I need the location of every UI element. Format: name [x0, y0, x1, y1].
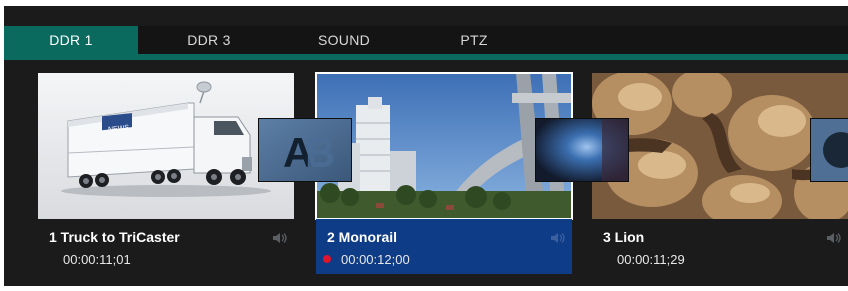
clip-info[interactable]: 1 Truck to TriCaster 00:00:11;01	[38, 219, 294, 274]
tab-sound[interactable]: SOUND	[294, 26, 394, 54]
clip-duration: 00:00:11;01	[63, 252, 131, 267]
light-burst-transition-icon	[536, 119, 628, 181]
tab-bar: DDR 1 DDR 3 SOUND PTZ	[4, 26, 848, 54]
audio-speaker-icon[interactable]	[272, 232, 288, 244]
audio-speaker-icon[interactable]	[550, 232, 566, 244]
clip-info[interactable]: 3 Lion 00:00:11;29	[592, 219, 848, 274]
transition-button[interactable]	[810, 118, 848, 182]
record-dot-icon	[323, 255, 331, 263]
clip-title: 2 Monorail	[327, 229, 398, 245]
clip-duration: 00:00:12;00	[341, 252, 410, 267]
transition-button[interactable]	[535, 118, 629, 182]
partial-transition-icon	[811, 119, 848, 181]
tab-underline	[4, 54, 848, 60]
tab-ptz[interactable]: PTZ	[429, 26, 519, 54]
transition-button[interactable]: A B	[258, 118, 352, 182]
clip-title: 3 Lion	[603, 229, 645, 245]
tab-ddr-3[interactable]: DDR 3	[159, 26, 259, 54]
clip-thumbnail-truck[interactable]: NEWS	[38, 73, 294, 219]
clip-thumbnail-monorail[interactable]	[315, 72, 573, 220]
clip-item-selected[interactable]: 2 Monorail 00:00:12;00	[315, 72, 573, 274]
clip-duration: 00:00:11;29	[617, 252, 685, 267]
ab-wipe-transition-icon: A B	[259, 119, 351, 181]
tab-ddr-1[interactable]: DDR 1	[4, 26, 138, 54]
clip-info[interactable]: 2 Monorail 00:00:12;00	[316, 219, 572, 274]
clip-title: 1 Truck to TriCaster	[49, 229, 180, 245]
monorail-image	[316, 73, 572, 219]
svg-text:B: B	[305, 129, 335, 176]
truck-image: NEWS	[38, 73, 294, 219]
ddr-panel: DDR 1 DDR 3 SOUND PTZ NEWS 1 Truck to Tr…	[4, 6, 848, 286]
clip-item[interactable]: NEWS 1 Truck to TriCaster 00:00:11;01	[38, 73, 294, 274]
audio-speaker-icon[interactable]	[826, 232, 842, 244]
